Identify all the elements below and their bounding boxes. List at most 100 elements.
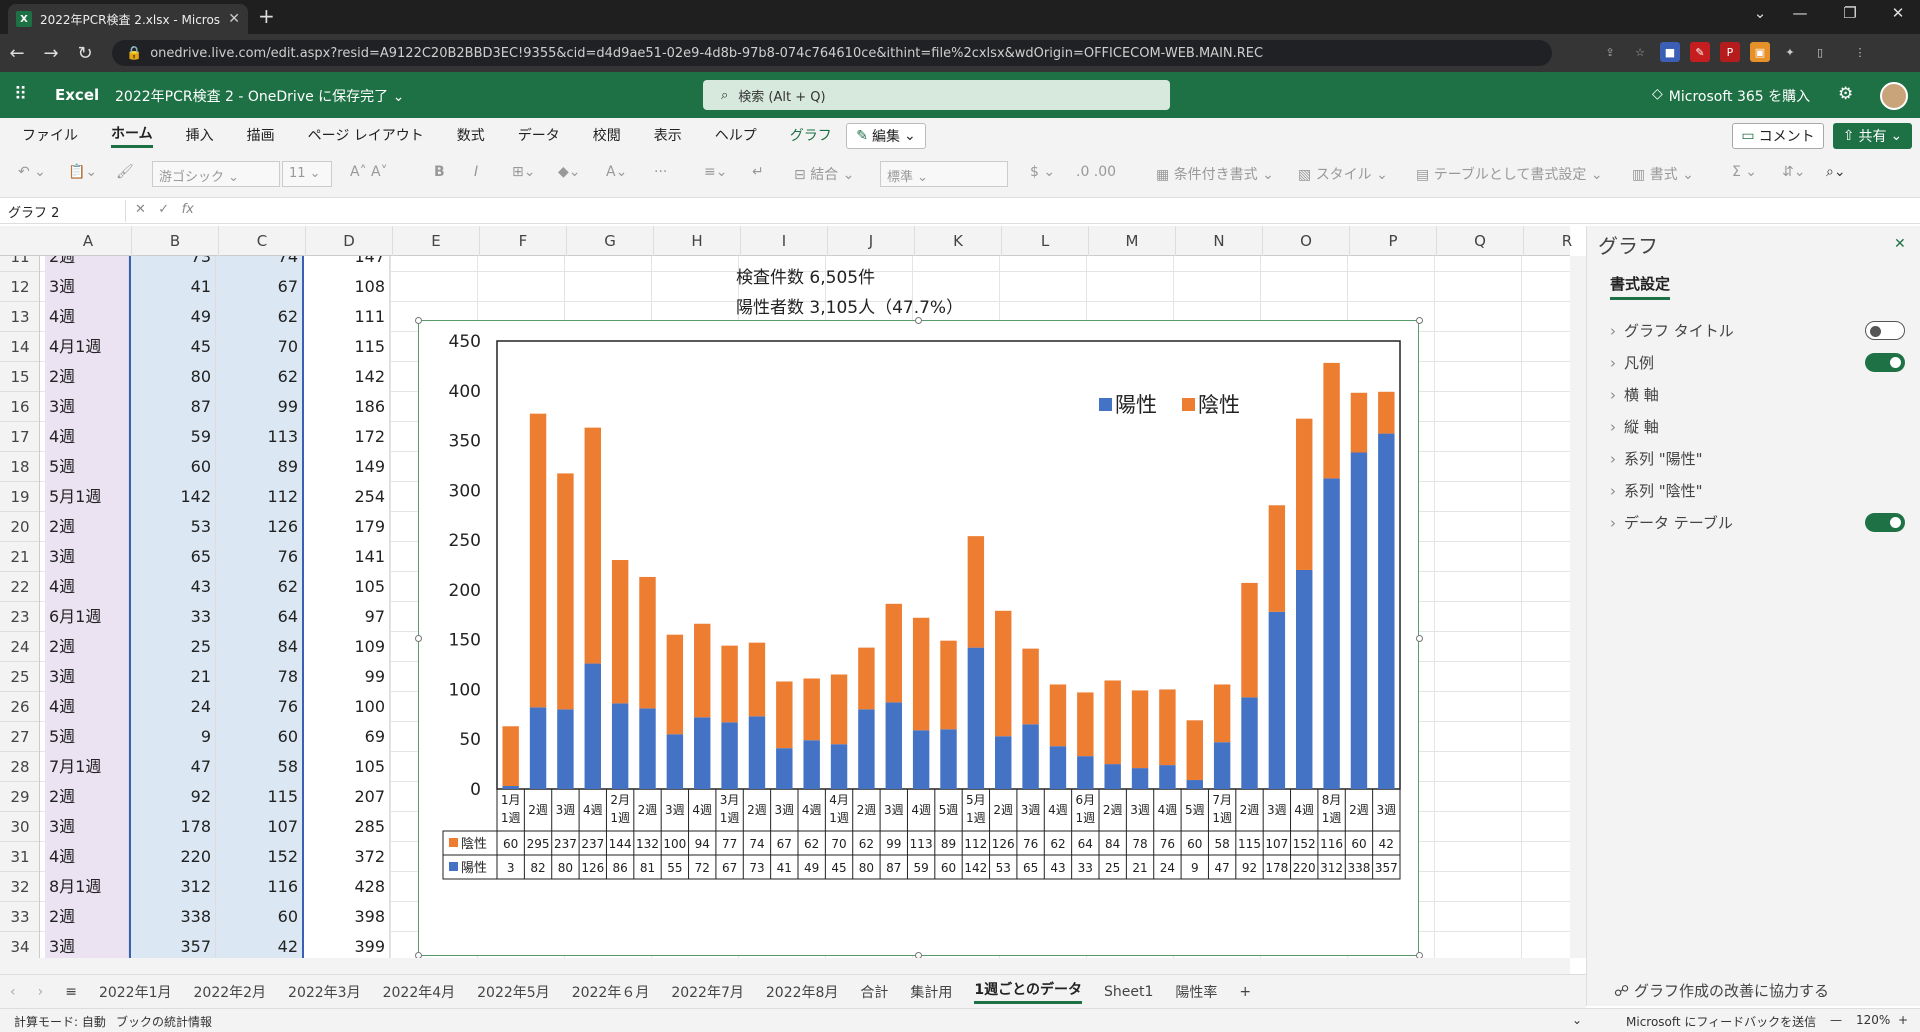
extensions-puzzle-icon[interactable]: ✦ <box>1780 42 1800 62</box>
cell-total[interactable]: 109 <box>303 632 390 662</box>
panel-item[interactable]: › 凡例 <box>1610 352 1654 373</box>
feedback-status[interactable]: Microsoft にフィードバックを送信 <box>1626 1013 1816 1030</box>
cell-total[interactable]: 285 <box>303 812 390 842</box>
column-header-E[interactable]: E <box>393 226 480 256</box>
row-header[interactable]: 28 <box>0 752 39 782</box>
column-header-A[interactable]: A <box>45 226 132 256</box>
cell-negative[interactable]: 78 <box>216 662 303 692</box>
row-header[interactable]: 20 <box>0 512 39 542</box>
sheet-tab[interactable]: 2022年7月 <box>671 982 744 1002</box>
cell-negative[interactable]: 70 <box>216 332 303 362</box>
cell-negative[interactable]: 62 <box>216 362 303 392</box>
sheet-tab[interactable]: 2022年６月 <box>572 982 650 1002</box>
style-button[interactable]: ▧ スタイル ⌄ <box>1298 164 1388 184</box>
extension-pen-icon[interactable]: ✎ <box>1690 42 1710 62</box>
app-launcher-icon[interactable]: ⠿ <box>14 84 27 105</box>
cell-week[interactable]: 2週 <box>45 256 129 272</box>
sheet-tab[interactable]: 集計用 <box>910 982 952 1002</box>
share-button[interactable]: ⇧ 共有 ⌄ <box>1833 123 1912 149</box>
conditional-format-button[interactable]: ▦ 条件付き書式 ⌄ <box>1156 164 1274 184</box>
row-header[interactable]: 11 <box>0 256 39 272</box>
cell-week[interactable]: 8月1週 <box>45 872 129 902</box>
cell-week[interactable]: 4週 <box>45 842 129 872</box>
tab-home[interactable]: ホーム <box>111 123 153 148</box>
cell-total[interactable]: 108 <box>303 272 390 302</box>
tab-search-icon[interactable]: ⌄ <box>1740 4 1780 22</box>
cell-total[interactable]: 97 <box>303 602 390 632</box>
edit-mode-button[interactable]: ✎ 編集 ⌄ <box>846 123 926 149</box>
cell-total[interactable]: 69 <box>303 722 390 752</box>
format-painter-icon[interactable]: 🖌 <box>116 164 134 180</box>
window-close-icon[interactable]: ✕ <box>1878 4 1918 22</box>
format-table-button[interactable]: ▤ テーブルとして書式設定 ⌄ <box>1416 164 1603 184</box>
cell-positive[interactable]: 33 <box>129 602 216 632</box>
cell-positive[interactable]: 178 <box>129 812 216 842</box>
panel-item[interactable]: › 横 軸 <box>1610 384 1659 405</box>
font-size-select[interactable]: 11 ⌄ <box>282 161 332 187</box>
cell-positive[interactable]: 43 <box>129 572 216 602</box>
column-header-F[interactable]: F <box>480 226 567 256</box>
status-chevron-icon[interactable]: ⌄ <box>1572 1013 1582 1027</box>
cell-total[interactable]: 105 <box>303 752 390 782</box>
tab-draw[interactable]: 描画 <box>247 125 275 145</box>
sheet-tab[interactable]: 1週ごとのデータ <box>974 979 1083 1004</box>
tab-help[interactable]: ヘルプ <box>715 125 757 145</box>
cell-total[interactable]: 141 <box>303 542 390 572</box>
cell-negative[interactable]: 67 <box>216 272 303 302</box>
new-tab-icon[interactable]: + <box>258 4 275 28</box>
number-format-select[interactable]: 標準 ⌄ <box>880 161 1008 187</box>
sheet-tab[interactable]: Sheet1 <box>1104 984 1153 1000</box>
cell-week[interactable]: 4週 <box>45 692 129 722</box>
bookmark-star-icon[interactable]: ☆ <box>1630 42 1650 62</box>
cell-negative[interactable]: 76 <box>216 542 303 572</box>
sheet-list-icon[interactable]: ≡ <box>65 984 77 1000</box>
settings-gear-icon[interactable]: ⚙ <box>1838 84 1853 104</box>
cell-week[interactable]: 3週 <box>45 542 129 572</box>
cell-positive[interactable]: 53 <box>129 512 216 542</box>
zoom-in-icon[interactable]: + <box>1898 1013 1908 1027</box>
column-header-L[interactable]: L <box>1002 226 1089 256</box>
column-header-D[interactable]: D <box>306 226 393 256</box>
cell-total[interactable]: 149 <box>303 452 390 482</box>
border-icon[interactable]: ⊞⌄ <box>512 164 535 180</box>
sheet-tab[interactable]: 陽性率 <box>1175 982 1217 1002</box>
tab-insert[interactable]: 挿入 <box>186 125 214 145</box>
extension-p-icon[interactable]: P <box>1720 42 1740 62</box>
cell-negative[interactable]: 152 <box>216 842 303 872</box>
cell-total[interactable]: 100 <box>303 692 390 722</box>
cell-week[interactable]: 6月1週 <box>45 602 129 632</box>
url-field[interactable]: 🔒 onedrive.live.com/edit.aspx?resid=A912… <box>112 40 1552 66</box>
zoom-out-icon[interactable]: — <box>1830 1013 1842 1027</box>
cell-week[interactable]: 2週 <box>45 632 129 662</box>
extension-icon[interactable]: ■ <box>1660 42 1680 62</box>
cell-positive[interactable]: 87 <box>129 392 216 422</box>
sheet-tab[interactable]: 合計 <box>860 982 888 1002</box>
name-box[interactable]: グラフ 2 <box>4 200 126 222</box>
tab-review[interactable]: 校閲 <box>593 125 621 145</box>
row-header[interactable]: 24 <box>0 632 39 662</box>
row-header[interactable]: 22 <box>0 572 39 602</box>
panel-item[interactable]: › 縦 軸 <box>1610 416 1659 437</box>
column-header-I[interactable]: I <box>741 226 828 256</box>
resize-handle[interactable] <box>1416 317 1423 324</box>
row-header[interactable]: 14 <box>0 332 39 362</box>
row-header[interactable]: 15 <box>0 362 39 392</box>
prev-sheet-icon[interactable]: ‹ <box>10 984 16 1000</box>
column-header-C[interactable]: C <box>219 226 306 256</box>
cell-week[interactable]: 2週 <box>45 902 129 932</box>
cell-negative[interactable]: 107 <box>216 812 303 842</box>
minimize-icon[interactable]: — <box>1780 4 1820 22</box>
resize-handle[interactable] <box>415 317 422 324</box>
panel-item[interactable]: › 系列 "陽性" <box>1610 448 1703 469</box>
cell-week[interactable]: 3週 <box>45 662 129 692</box>
bold-icon[interactable]: B <box>434 164 445 180</box>
cell-week[interactable]: 4週 <box>45 302 129 332</box>
search-box[interactable]: ⌕ 検索 (Alt + Q) <box>703 80 1170 110</box>
cell-total[interactable]: 372 <box>303 842 390 872</box>
buy-microsoft365-button[interactable]: ◇ Microsoft 365 を購入 <box>1652 86 1810 106</box>
cell-week[interactable]: 3週 <box>45 932 129 958</box>
column-header-M[interactable]: M <box>1089 226 1176 256</box>
avatar[interactable] <box>1880 82 1908 110</box>
column-header-P[interactable]: P <box>1350 226 1437 256</box>
cell-negative[interactable]: 115 <box>216 782 303 812</box>
